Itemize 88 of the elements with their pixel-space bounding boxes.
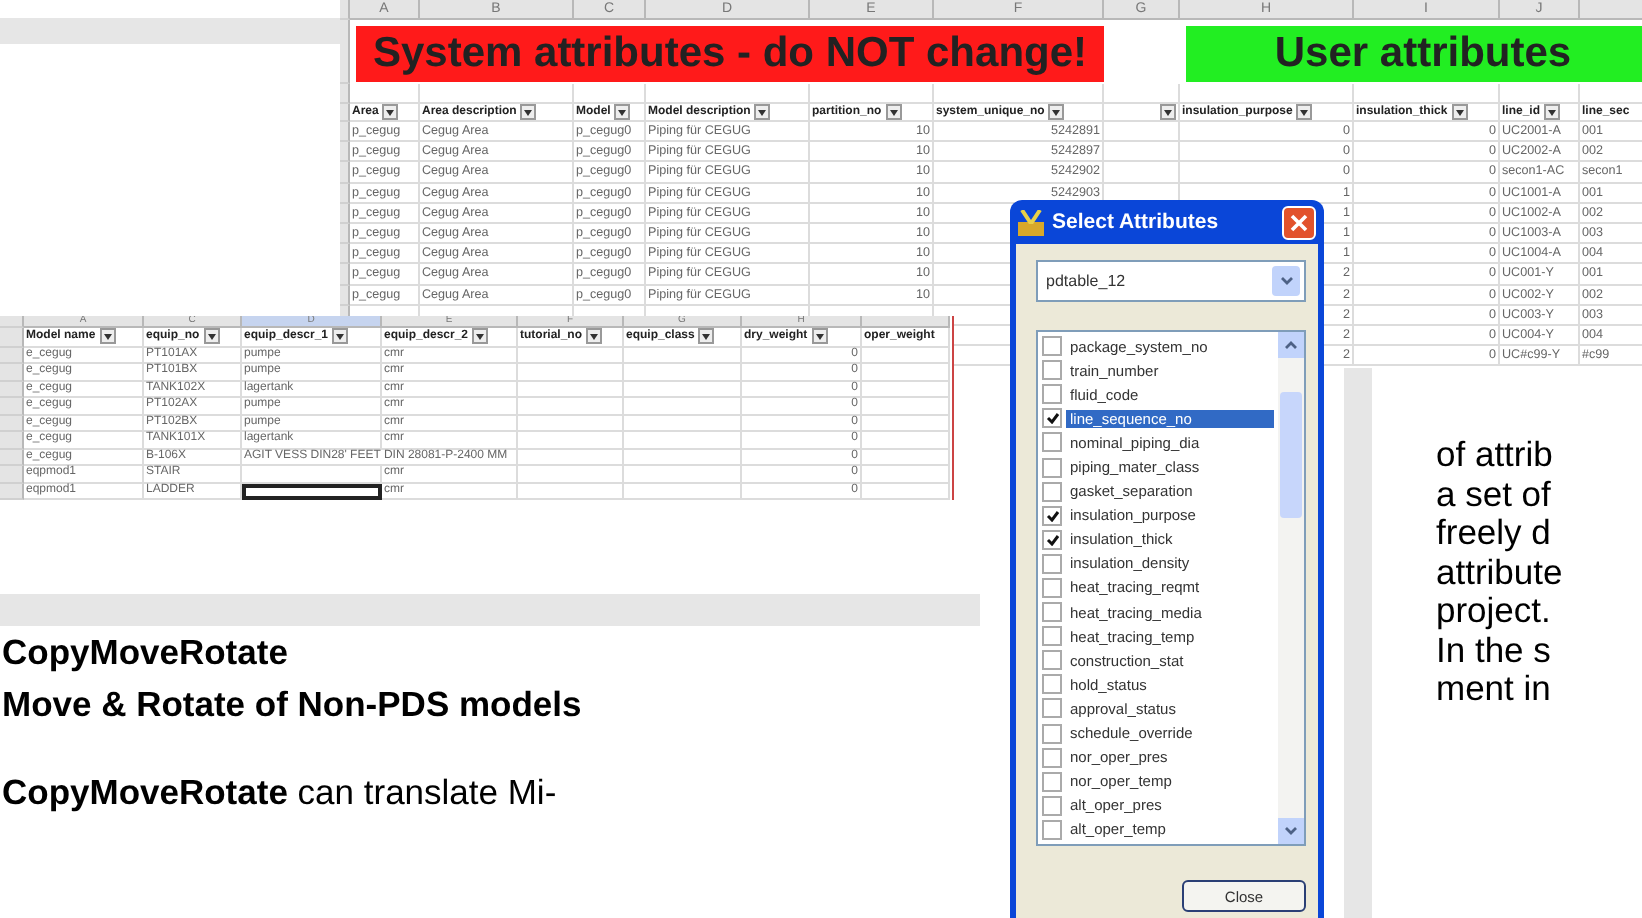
filter-dropdown-button[interactable]: [1296, 104, 1313, 120]
checkbox[interactable]: [1042, 577, 1062, 598]
paragraph: CopyMoveRotate can translate Mi-: [0, 770, 559, 816]
scrollbar[interactable]: [1278, 332, 1304, 844]
table-cell: [624, 449, 742, 466]
filter-dropdown-button[interactable]: [614, 104, 631, 120]
table-cell: [862, 381, 950, 398]
filter-dropdown-button[interactable]: [811, 328, 828, 345]
checkbox[interactable]: [1042, 723, 1062, 744]
filter-dropdown-button[interactable]: [885, 104, 902, 120]
banner: System attributes - do NOT change!: [356, 26, 1104, 82]
heading: CopyMoveRotate: [0, 630, 290, 676]
table-cell: [518, 398, 624, 415]
checkbox[interactable]: [1042, 457, 1062, 478]
table-cell: [1104, 142, 1180, 163]
checkbox[interactable]: [1042, 771, 1062, 792]
table-cell: [518, 415, 624, 432]
table-cell: [624, 364, 742, 381]
selected-cell[interactable]: [242, 483, 382, 500]
checkbox[interactable]: [1042, 698, 1062, 719]
filter-dropdown-button[interactable]: [332, 328, 349, 345]
row-header: [0, 364, 24, 381]
chevron-down-icon: [1279, 276, 1293, 286]
checkbox[interactable]: [1042, 529, 1062, 550]
banner: User attributes: [1186, 26, 1642, 82]
table-cell: [624, 398, 742, 415]
checkbox[interactable]: [1042, 360, 1062, 381]
table-cell: [624, 415, 742, 432]
scroll-thumb[interactable]: [1280, 392, 1302, 518]
row-header: [0, 398, 24, 415]
table-cell: [862, 415, 950, 432]
table-cell: [862, 449, 950, 466]
filter-dropdown-button[interactable]: [203, 328, 220, 345]
chevron-up-icon: [1284, 340, 1298, 350]
checkbox[interactable]: [1042, 481, 1062, 502]
close-icon: [1290, 213, 1308, 231]
filter-dropdown-button[interactable]: [472, 328, 489, 345]
checkbox[interactable]: [1042, 384, 1062, 405]
window-close-button[interactable]: [1282, 205, 1316, 239]
filter-dropdown-button[interactable]: [1544, 104, 1561, 120]
checkbox[interactable]: [1042, 795, 1062, 816]
filter-dropdown-button[interactable]: [1048, 104, 1065, 120]
table-cell: [518, 483, 624, 500]
filter-dropdown-button[interactable]: [698, 328, 715, 345]
table-cell: [518, 381, 624, 398]
table-cell: [242, 466, 382, 483]
row-header: [0, 466, 24, 483]
filter-dropdown-button[interactable]: [1160, 104, 1176, 120]
table-cell: [862, 483, 950, 500]
table-cell: [862, 432, 950, 449]
checkbox[interactable]: [1042, 626, 1062, 647]
column-letter: [1580, 0, 1642, 20]
filter-dropdown-button[interactable]: [586, 328, 602, 345]
scroll-up-button[interactable]: [1278, 332, 1304, 358]
select-field[interactable]: pdtable_12: [1036, 260, 1306, 302]
checkbox[interactable]: [1042, 650, 1062, 671]
dropdown-button[interactable]: [1272, 266, 1300, 296]
table-cell: [518, 466, 624, 483]
table-cell: [518, 432, 624, 449]
table-cell: [624, 381, 742, 398]
checkbox[interactable]: [1042, 602, 1062, 623]
filter-dropdown-button[interactable]: [1451, 104, 1468, 120]
checkbox[interactable]: [1042, 408, 1062, 429]
checkbox[interactable]: [1042, 336, 1062, 357]
table-cell: [518, 449, 624, 466]
table-cell: [862, 466, 950, 483]
table-cell: [624, 432, 742, 449]
filter-dropdown-button[interactable]: [99, 328, 116, 345]
table-cell: [862, 398, 950, 415]
checkbox[interactable]: [1042, 819, 1062, 840]
table-cell: [862, 364, 950, 381]
paragraph: of attrib a set of freely d attribute project. In the s ment in: [1436, 436, 1563, 712]
filter-dropdown-button[interactable]: [382, 104, 399, 120]
checkbox[interactable]: [1042, 674, 1062, 695]
filter-dropdown-button[interactable]: [754, 104, 771, 120]
filter-dropdown-button[interactable]: [520, 104, 537, 120]
table-cell: [624, 466, 742, 483]
table-cell: [518, 364, 624, 381]
table-cell: [624, 483, 742, 500]
chevron-down-icon: [1284, 826, 1298, 836]
logo-icon: [1018, 209, 1044, 235]
checkbox[interactable]: [1042, 553, 1062, 574]
row-header: [0, 432, 24, 449]
checkbox[interactable]: [1042, 505, 1062, 526]
checkbox[interactable]: [1042, 432, 1062, 453]
checkbox[interactable]: [1042, 747, 1062, 768]
scroll-down-button[interactable]: [1278, 818, 1304, 844]
heading: Move & Rotate of Non-PDS models: [0, 682, 584, 728]
